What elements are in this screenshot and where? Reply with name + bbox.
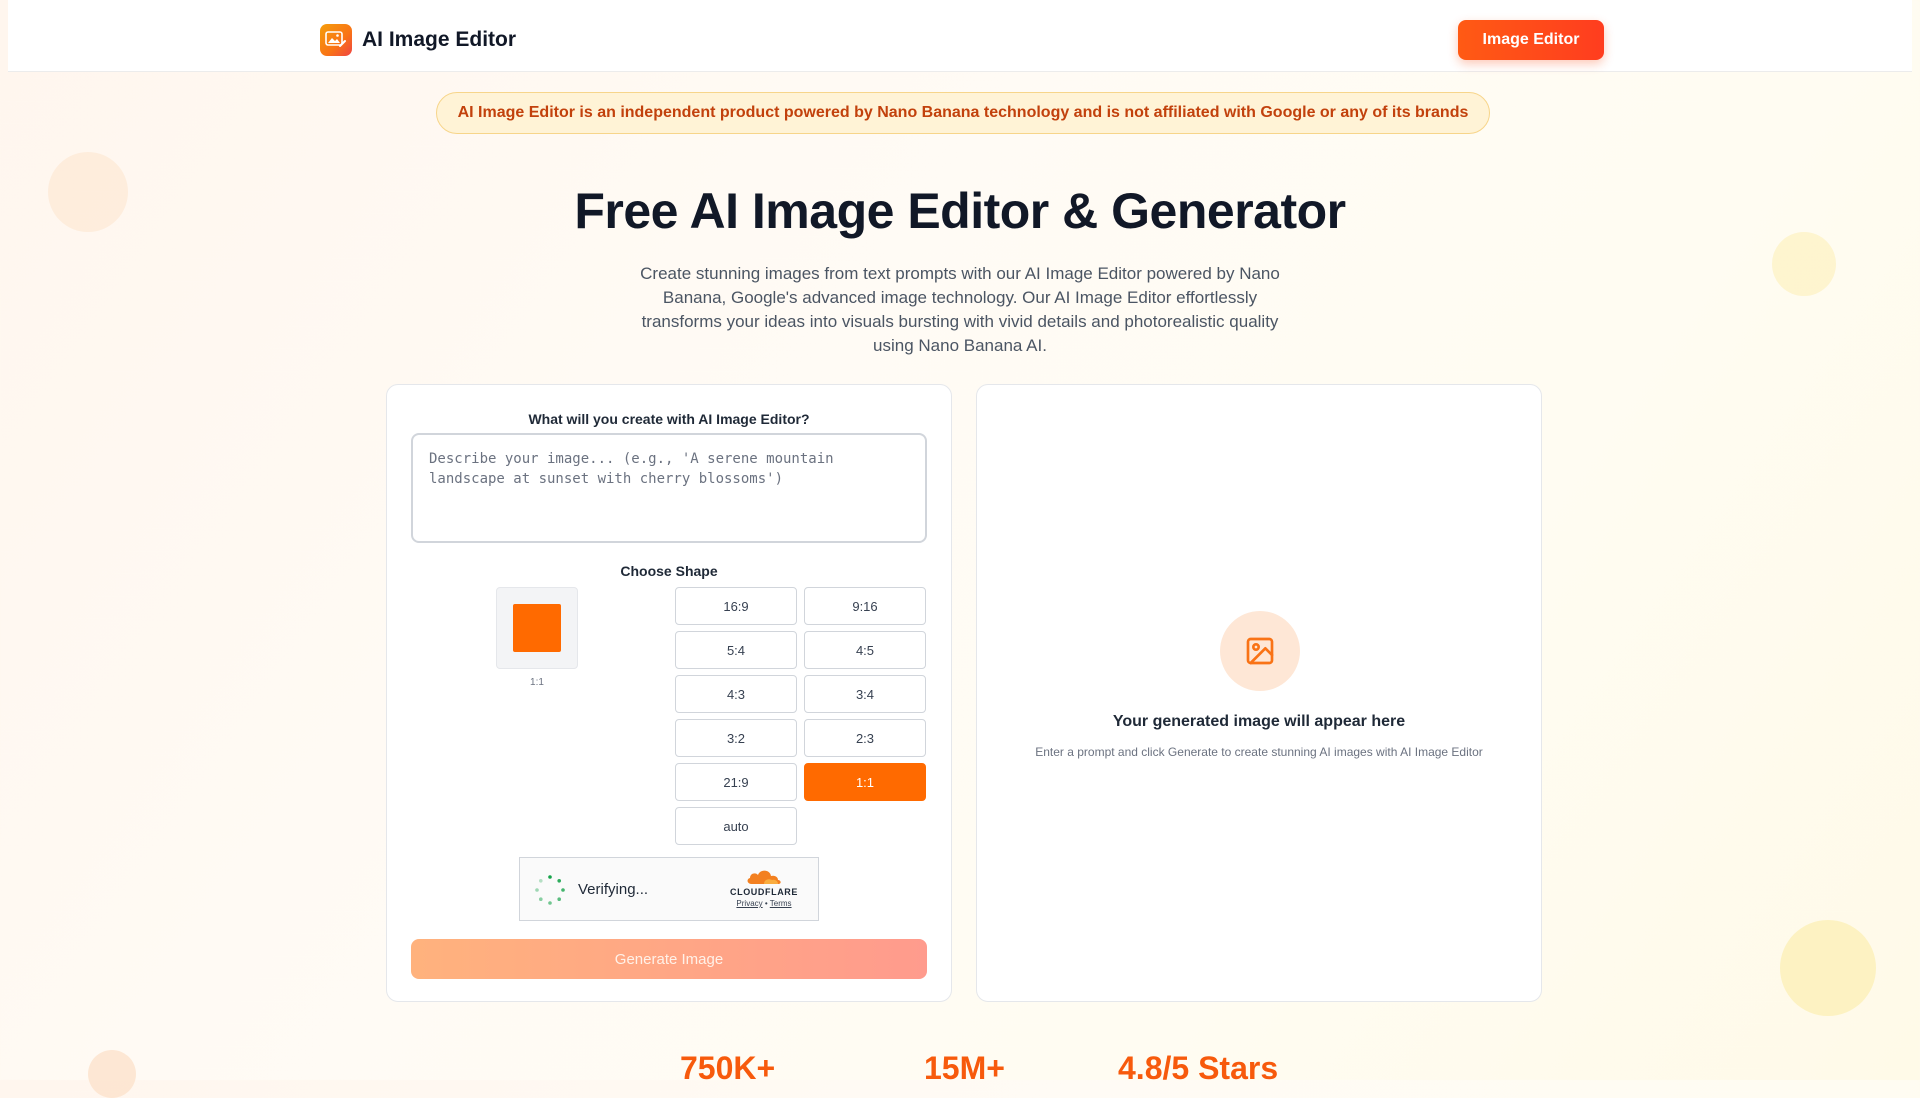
captcha-widget[interactable]: Verifying... CLOUDFLARE Privacy • Terms	[519, 857, 819, 921]
result-empty-title: Your generated image will appear here	[1112, 713, 1406, 730]
ratio-button-auto[interactable]: auto	[675, 807, 797, 845]
generate-image-button[interactable]: Generate Image	[411, 939, 927, 979]
image-icon	[1246, 637, 1274, 665]
ratio-button-2-3[interactable]: 2:3	[804, 719, 926, 757]
aspect-ratio-grid: 16:9 9:16 5:4 4:5 4:3 3:4 3:2 2:3 21:9 1…	[675, 587, 927, 845]
ratio-button-5-4[interactable]: 5:4	[675, 631, 797, 669]
stat-value: 4.8/5 Stars	[1118, 1050, 1279, 1080]
cloudflare-wordmark: CLOUDFLARE	[730, 887, 798, 897]
prompt-input[interactable]	[411, 433, 927, 543]
aspect-preview-shape	[513, 604, 561, 652]
hero-description: Create stunning images from text prompts…	[640, 264, 1280, 355]
image-placeholder	[1220, 611, 1300, 691]
decor-blob	[1780, 920, 1876, 1016]
ratio-button-9-16[interactable]: 9:16	[804, 587, 926, 625]
captcha-status: Verifying...	[578, 881, 649, 898]
aspect-preview-caption: 1:1	[530, 677, 544, 688]
ratio-button-21-9[interactable]: 21:9	[675, 763, 797, 801]
page-title: Free AI Image Editor & Generator	[574, 183, 1346, 239]
privacy-link[interactable]: Privacy	[736, 899, 762, 908]
shape-label: Choose Shape	[620, 563, 718, 579]
prompt-label: What will you create with AI Image Edito…	[528, 411, 810, 427]
stat-value: 15M+	[924, 1050, 1005, 1080]
terms-link[interactable]: Terms	[770, 899, 792, 908]
cloudflare-cloud-icon	[747, 870, 781, 884]
aspect-preview	[496, 587, 578, 669]
disclaimer-banner: AI Image Editor is an independent produc…	[436, 92, 1490, 134]
cloudflare-brand: CLOUDFLARE Privacy • Terms	[724, 868, 804, 908]
result-empty-subtitle: Enter a prompt and click Generate to cre…	[1035, 745, 1483, 759]
ratio-button-3-4[interactable]: 3:4	[804, 675, 926, 713]
link-separator: •	[764, 899, 768, 908]
captcha-links: Privacy • Terms	[724, 899, 804, 908]
ratio-button-16-9[interactable]: 16:9	[675, 587, 797, 625]
ratio-button-3-2[interactable]: 3:2	[675, 719, 797, 757]
brand-logo-icon	[320, 24, 352, 56]
stats-row: 750K+ 15M+ 4.8/5 Stars	[0, 1048, 1920, 1080]
brand-name: AI Image Editor	[362, 28, 517, 51]
image-editor-button[interactable]: Image Editor	[1458, 20, 1604, 60]
top-navbar: AI Image Editor Image Editor	[8, 0, 1912, 72]
stat-value: 750K+	[680, 1050, 776, 1080]
ratio-button-1-1[interactable]: 1:1	[804, 763, 926, 801]
loading-spinner-icon	[535, 875, 565, 905]
ratio-button-4-5[interactable]: 4:5	[804, 631, 926, 669]
generator-panel: What will you create with AI Image Edito…	[386, 384, 952, 1002]
brand-link[interactable]: AI Image Editor	[320, 24, 516, 56]
result-panel: Your generated image will appear here En…	[976, 384, 1542, 1002]
decor-blob	[1772, 232, 1836, 296]
ratio-button-4-3[interactable]: 4:3	[675, 675, 797, 713]
